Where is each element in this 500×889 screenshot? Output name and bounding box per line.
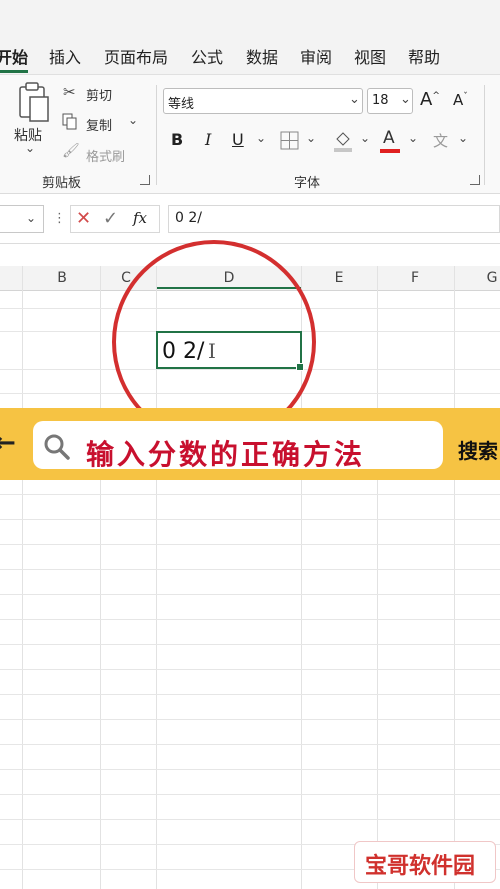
grid-line xyxy=(377,266,378,889)
formula-input[interactable]: 0 2/ xyxy=(168,205,500,233)
grid-line xyxy=(0,619,500,620)
column-header-b[interactable]: B xyxy=(54,270,70,286)
clipboard-group-label: 剪贴板 xyxy=(42,176,82,191)
phonetic-dropdown-icon[interactable]: ⌄ xyxy=(458,131,468,145)
borders-dropdown-icon[interactable]: ⌄ xyxy=(306,131,316,145)
format-painter-icon: 🖌 xyxy=(62,143,80,159)
title-banner: ← 输入分数的正确方法 搜索 xyxy=(0,408,500,480)
underline-dropdown-icon[interactable]: ⌄ xyxy=(256,131,266,145)
enter-check-icon[interactable]: ✓ xyxy=(103,208,118,229)
clipboard-launcher-icon[interactable] xyxy=(140,175,150,185)
format-painter-button[interactable]: 格式刷 xyxy=(86,146,125,165)
name-box[interactable]: ⌄ xyxy=(0,205,44,233)
watermark-text: 宝哥软件园 xyxy=(365,854,476,879)
grid-line xyxy=(0,719,500,720)
tab-formulas[interactable]: 公式 xyxy=(191,44,223,68)
fill-color-dropdown-icon[interactable]: ⌄ xyxy=(360,131,370,145)
tab-view[interactable]: 视图 xyxy=(354,44,386,68)
grid-line xyxy=(0,544,500,545)
formula-actions: ✕ ✓ fx xyxy=(70,205,160,233)
cut-button[interactable]: 剪切 xyxy=(86,85,112,104)
tab-data[interactable]: 数据 xyxy=(246,44,278,68)
shrink-font-button[interactable]: Aˇ xyxy=(453,91,468,109)
font-color-icon: A xyxy=(383,128,395,148)
font-group-label: 字体 xyxy=(294,176,321,191)
grid-line xyxy=(22,266,23,889)
formula-bar: ⌄ ⋮ ✕ ✓ fx 0 2/ xyxy=(0,195,500,244)
font-size-value: 18 xyxy=(372,93,389,108)
insert-function-button[interactable]: fx xyxy=(133,209,147,227)
underline-button[interactable]: U xyxy=(232,130,244,149)
grid-line xyxy=(454,266,455,889)
font-color-bar xyxy=(380,149,400,153)
grow-font-icon: A xyxy=(420,89,433,110)
grid-line xyxy=(100,266,101,889)
column-header-e[interactable]: E xyxy=(331,270,347,286)
grid-line xyxy=(0,769,500,770)
tab-review[interactable]: 审阅 xyxy=(300,44,332,68)
ribbon-separator xyxy=(484,85,485,185)
chevron-down-icon: ⌄ xyxy=(349,92,360,107)
paste-icon xyxy=(19,82,49,122)
tab-insert[interactable]: 插入 xyxy=(49,44,81,68)
cancel-icon[interactable]: ✕ xyxy=(76,208,91,229)
scissors-icon: ✂ xyxy=(63,83,76,101)
watermark-logo: 宝哥软件园 xyxy=(354,841,496,883)
column-header-g[interactable]: G xyxy=(484,270,500,286)
italic-button[interactable]: I xyxy=(205,130,211,149)
grid-line xyxy=(0,669,500,670)
paste-button[interactable] xyxy=(14,81,50,125)
font-size-select[interactable]: 18 ⌄ xyxy=(367,88,413,114)
chevron-down-icon: ⌄ xyxy=(26,211,37,225)
grid-line xyxy=(0,819,500,820)
grid-line xyxy=(0,569,500,570)
grow-font-button[interactable]: A^ xyxy=(420,89,440,110)
grid-line xyxy=(0,744,500,745)
grid-line xyxy=(0,644,500,645)
phonetic-guide-icon[interactable]: 文 xyxy=(433,130,448,151)
chevron-down-icon: ⌄ xyxy=(400,92,411,107)
grid-line xyxy=(0,494,500,495)
banner-title: 输入分数的正确方法 xyxy=(86,438,366,471)
grid-line xyxy=(0,694,500,695)
column-header-f[interactable]: F xyxy=(407,270,423,286)
borders-icon[interactable] xyxy=(280,131,300,151)
font-color-dropdown-icon[interactable]: ⌄ xyxy=(408,131,418,145)
copy-button[interactable]: 复制 xyxy=(86,115,112,134)
tab-home[interactable]: 开始 xyxy=(0,44,28,68)
ribbon: 粘贴 ⌄ ✂ 剪切 复制 ⌄ 🖌 格式刷 剪贴板 等线 ⌄ 18 ⌄ A^ Aˇ… xyxy=(0,75,500,194)
copy-icon xyxy=(62,113,77,130)
back-arrow-icon: ← xyxy=(0,428,16,458)
banner-search-label: 搜索 xyxy=(458,439,498,463)
tab-help[interactable]: 帮助 xyxy=(408,44,440,68)
ribbon-separator xyxy=(156,85,157,185)
ribbon-tab-bar: 开始 插入 页面布局 公式 数据 审阅 视图 帮助 xyxy=(0,0,500,75)
fill-color-icon[interactable] xyxy=(333,129,353,153)
copy-dropdown-icon[interactable]: ⌄ xyxy=(128,113,138,127)
font-color-button[interactable]: A xyxy=(383,128,395,148)
grid-line xyxy=(0,519,500,520)
font-name-select[interactable]: 等线 ⌄ xyxy=(163,88,363,114)
more-options-icon[interactable]: ⋮ xyxy=(53,211,66,226)
font-name-value: 等线 xyxy=(168,97,195,112)
tab-page-layout[interactable]: 页面布局 xyxy=(104,44,168,68)
active-tab-indicator xyxy=(0,70,28,73)
paste-dropdown-icon[interactable]: ⌄ xyxy=(25,141,35,155)
font-launcher-icon[interactable] xyxy=(470,175,480,185)
search-icon xyxy=(44,434,70,460)
grid-line xyxy=(0,594,500,595)
grid-line xyxy=(0,794,500,795)
shrink-font-icon: A xyxy=(453,91,464,109)
bold-button[interactable]: B xyxy=(171,130,183,149)
